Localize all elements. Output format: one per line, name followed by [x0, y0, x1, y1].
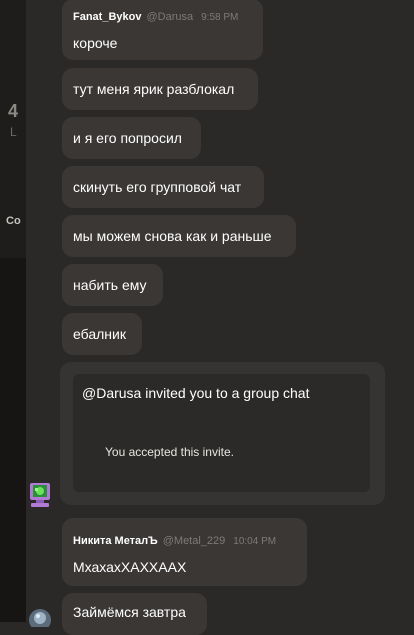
message-author[interactable]: Никита МеталЪ: [73, 532, 158, 550]
sidebar-section-fragment: Co: [6, 215, 21, 227]
message-bubble-with-header[interactable]: Fanat_Bykov @Darusa 9:58 PM короче: [62, 0, 263, 60]
sender-avatar-icon[interactable]: [27, 481, 53, 509]
message-text: и я его попросил: [73, 130, 182, 146]
message-bubble[interactable]: набить ему: [62, 264, 163, 306]
invite-panel[interactable]: @Darusa invited you to a group chat You …: [73, 374, 370, 492]
message-text: ебалник: [73, 326, 126, 342]
message-author[interactable]: Fanat_Bykov: [73, 8, 141, 26]
message-text: набить ему: [73, 277, 147, 293]
invite-title: @Darusa invited you to a group chat: [82, 385, 310, 401]
message-bubble[interactable]: ебалник: [62, 313, 142, 355]
message-text: Займёмся завтра: [73, 604, 186, 620]
conversation-list-pane: 4 L Co: [0, 0, 26, 622]
message-bubble[interactable]: тут меня ярик разблокал: [62, 68, 258, 110]
message-timestamp: 10:04 PM: [233, 536, 277, 547]
group-chat-invite-card: @Darusa invited you to a group chat You …: [60, 362, 385, 505]
message-bubble[interactable]: и я его попросил: [62, 117, 201, 159]
sidebar-count-fragment: 4: [8, 101, 19, 121]
message-bubble[interactable]: мы можем снова как и раньше: [62, 215, 296, 257]
message-text: мы можем снова как и раньше: [73, 228, 272, 244]
message-text: скинуть его групповой чат: [73, 179, 242, 195]
message-text: тут меня ярик разблокал: [73, 81, 235, 97]
sender-avatar-icon[interactable]: [27, 607, 53, 631]
conversation-list-lower: [0, 258, 26, 622]
message-timestamp: 9:58 PM: [201, 12, 239, 23]
message-text: МхахахХАХХААХ: [73, 559, 187, 575]
sidebar-sub-fragment: L: [10, 125, 17, 139]
message-bubble-with-header[interactable]: Никита МеталЪ @Metal_229 10:04 PM Мхахах…: [62, 518, 307, 586]
invite-status: You accepted this invite.: [105, 445, 234, 459]
message-text: короче: [73, 35, 118, 51]
message-handle: @Metal_229: [162, 535, 226, 547]
message-bubble[interactable]: Займёмся завтра: [62, 593, 207, 635]
message-bubble[interactable]: скинуть его групповой чат: [62, 166, 264, 208]
message-header: Fanat_Bykov @Darusa 9:58 PM: [73, 8, 252, 27]
message-handle: @Darusa: [146, 11, 194, 23]
message-header: Никита МеталЪ @Metal_229 10:04 PM: [73, 532, 296, 551]
